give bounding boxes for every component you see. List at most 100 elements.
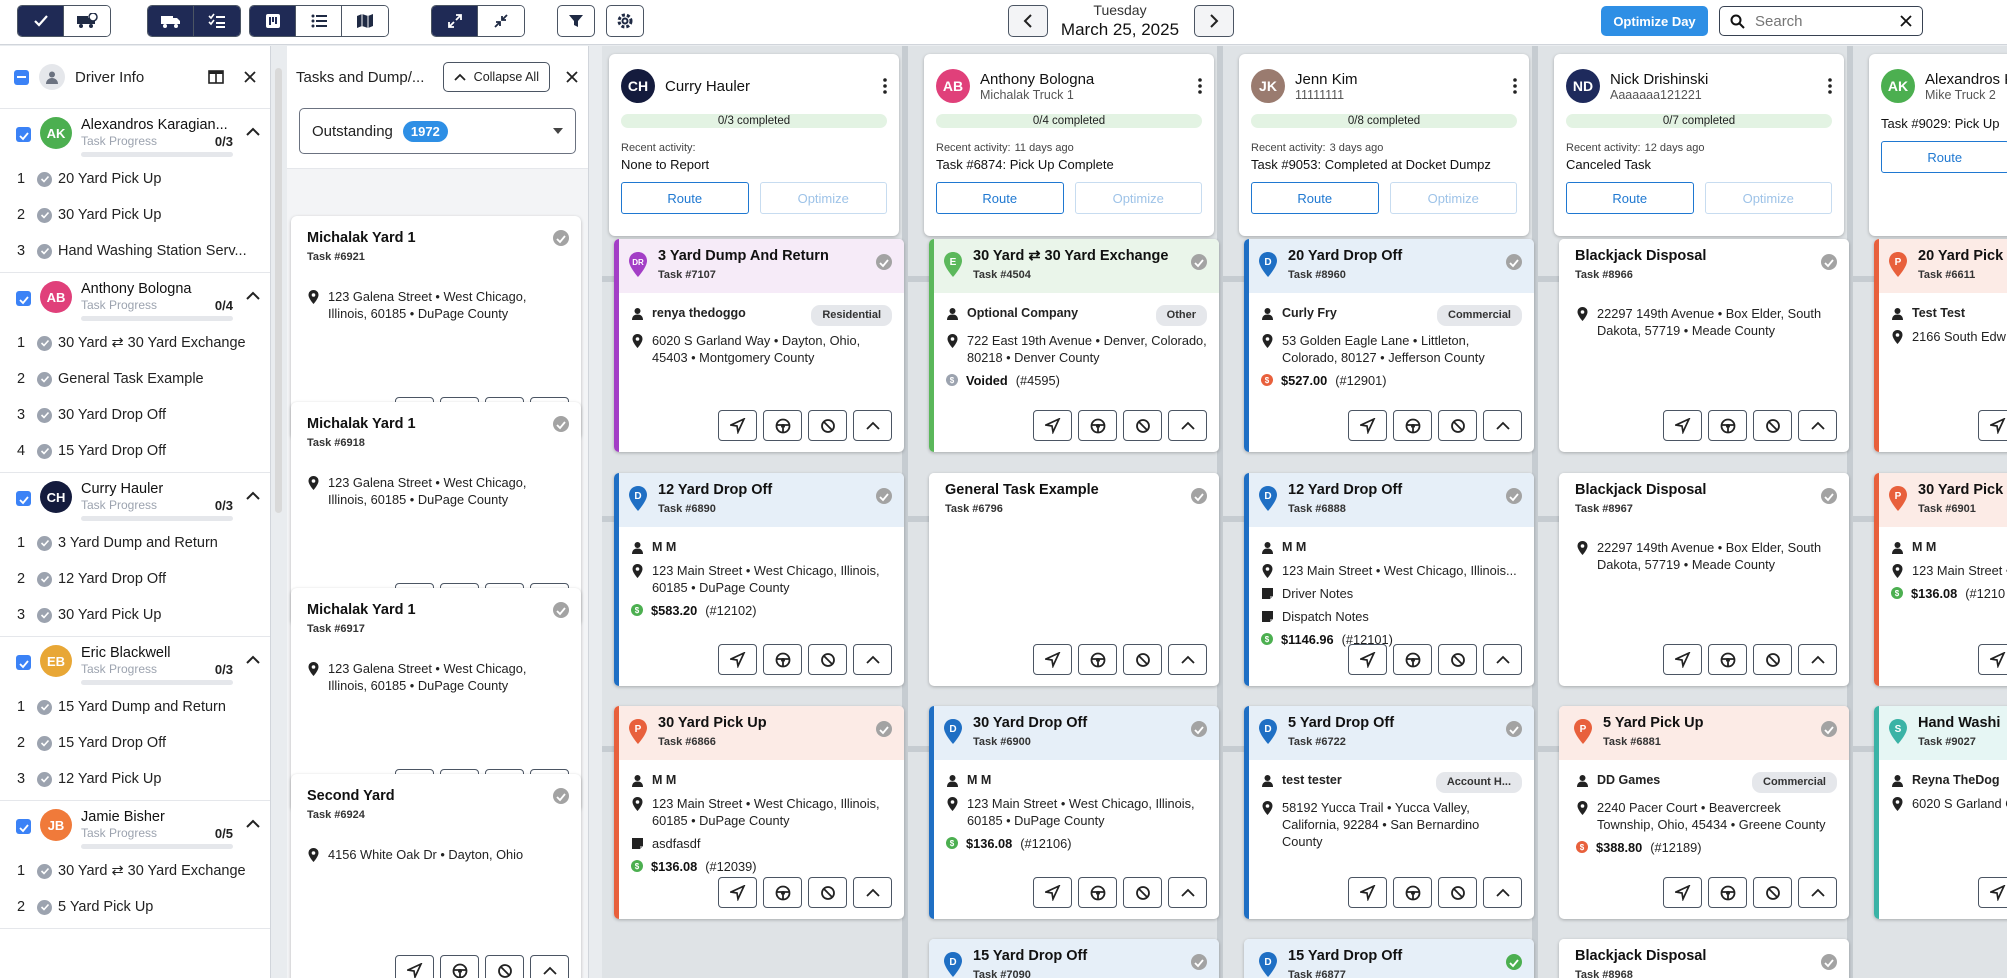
navigate-button[interactable] bbox=[1663, 410, 1702, 441]
route-task-card[interactable]: General Task Example Task #6796 bbox=[929, 473, 1219, 686]
optimize-button[interactable]: Optimize bbox=[1704, 182, 1832, 214]
task-complete-toggle[interactable] bbox=[553, 602, 569, 618]
route-task-card[interactable]: P 5 Yard Pick Up Task #6881 DD Games Commerc… bbox=[1559, 706, 1849, 919]
navigate-button[interactable] bbox=[1033, 644, 1072, 675]
route-button[interactable]: Route bbox=[936, 182, 1064, 214]
driver-row[interactable]: AK Alexandros Karagian... Task Progress 0/3 bbox=[0, 109, 270, 161]
expand-task-button[interactable] bbox=[1798, 410, 1837, 441]
chevron-up-icon[interactable] bbox=[246, 127, 260, 137]
navigate-button[interactable] bbox=[1978, 877, 2007, 908]
task-complete-toggle[interactable] bbox=[876, 254, 892, 270]
select-all-checkbox[interactable] bbox=[14, 69, 29, 85]
driver-row[interactable]: EB Eric Blackwell Task Progress 0/3 bbox=[0, 637, 270, 689]
assign-driver-button[interactable] bbox=[1708, 877, 1747, 908]
kebab-menu-icon[interactable] bbox=[1828, 78, 1832, 94]
expand-task-button[interactable] bbox=[853, 410, 892, 441]
task-complete-toggle[interactable] bbox=[1821, 488, 1837, 504]
cancel-task-button[interactable] bbox=[1123, 410, 1162, 441]
route-task-card[interactable]: Blackjack Disposal Task #8966 22297 149th … bbox=[1559, 239, 1849, 452]
expand-button[interactable] bbox=[432, 6, 478, 36]
driver-checkbox[interactable] bbox=[16, 491, 31, 506]
chevron-up-icon[interactable] bbox=[246, 819, 260, 829]
driver-task-item[interactable]: 2 30 Yard Pick Up bbox=[0, 197, 270, 233]
route-task-card[interactable]: D 20 Yard Drop Off Task #8960 Curly Fry Comm… bbox=[1244, 239, 1534, 452]
driver-checkbox[interactable] bbox=[16, 291, 31, 306]
optimize-day-button[interactable]: Optimize Day bbox=[1601, 6, 1708, 36]
expand-task-button[interactable] bbox=[1168, 410, 1207, 441]
navigate-button[interactable] bbox=[1348, 877, 1387, 908]
cancel-task-button[interactable] bbox=[1753, 410, 1792, 441]
navigate-button[interactable] bbox=[1348, 644, 1387, 675]
task-complete-toggle[interactable] bbox=[1191, 488, 1207, 504]
cancel-task-button[interactable] bbox=[1438, 410, 1477, 441]
completed-toggle-button[interactable] bbox=[18, 6, 64, 36]
assign-driver-button[interactable] bbox=[1393, 410, 1432, 441]
route-task-card[interactable]: S Hand Washi Task #9027 Reyna TheDog 6020 S … bbox=[1874, 706, 2007, 919]
task-complete-toggle[interactable] bbox=[876, 488, 892, 504]
shrink-button[interactable] bbox=[478, 6, 524, 36]
optimize-button[interactable]: Optimize bbox=[1389, 182, 1517, 214]
task-complete-toggle[interactable] bbox=[553, 416, 569, 432]
chevron-up-icon[interactable] bbox=[246, 655, 260, 665]
list-view-button[interactable] bbox=[296, 6, 342, 36]
route-task-card[interactable]: E 30 Yard ⇄ 30 Yard Exchange Task #4504 Opt… bbox=[929, 239, 1219, 452]
task-complete-toggle[interactable] bbox=[553, 230, 569, 246]
assign-driver-button[interactable] bbox=[1078, 877, 1117, 908]
board-view-button[interactable] bbox=[250, 6, 296, 36]
driver-task-item[interactable]: 1 20 Yard Pick Up bbox=[0, 161, 270, 197]
assign-driver-button[interactable] bbox=[763, 644, 802, 675]
driver-checkbox[interactable] bbox=[16, 819, 31, 834]
expand-task-button[interactable] bbox=[1798, 877, 1837, 908]
close-tasks-panel-icon[interactable] bbox=[566, 71, 578, 83]
assign-driver-button[interactable] bbox=[763, 877, 802, 908]
route-task-card[interactable]: D 15 Yard Drop Off Task #7090 bbox=[929, 939, 1219, 978]
driver-task-item[interactable]: 2 5 Yard Pick Up bbox=[0, 889, 270, 925]
driver-list-scrollbar[interactable] bbox=[275, 68, 282, 513]
navigate-button[interactable] bbox=[1978, 644, 2007, 675]
assign-driver-button[interactable] bbox=[440, 955, 479, 978]
cancel-task-button[interactable] bbox=[1753, 644, 1792, 675]
chevron-up-icon[interactable] bbox=[246, 491, 260, 501]
kebab-menu-icon[interactable] bbox=[883, 78, 887, 94]
truck-view-button[interactable] bbox=[148, 6, 194, 36]
driver-row[interactable]: CH Curry Hauler Task Progress 0/3 bbox=[0, 473, 270, 525]
route-task-card[interactable]: P 30 Yard Pick Up Task #6866 M M 123 Main St… bbox=[614, 706, 904, 919]
driver-task-item[interactable]: 1 15 Yard Dump and Return bbox=[0, 689, 270, 725]
task-complete-toggle[interactable] bbox=[1821, 721, 1837, 737]
filter-button[interactable] bbox=[557, 5, 595, 37]
chevron-up-icon[interactable] bbox=[246, 291, 260, 301]
cancel-task-button[interactable] bbox=[808, 877, 847, 908]
navigate-button[interactable] bbox=[1663, 644, 1702, 675]
driver-task-item[interactable]: 2 12 Yard Drop Off bbox=[0, 561, 270, 597]
expand-task-button[interactable] bbox=[853, 644, 892, 675]
task-complete-toggle[interactable] bbox=[1506, 254, 1522, 270]
driver-task-item[interactable]: 2 15 Yard Drop Off bbox=[0, 725, 270, 761]
driver-task-item[interactable]: 3 12 Yard Pick Up bbox=[0, 761, 270, 797]
cancel-task-button[interactable] bbox=[1123, 877, 1162, 908]
task-complete-toggle[interactable] bbox=[1506, 721, 1522, 737]
settings-button[interactable] bbox=[606, 5, 644, 37]
driver-checkbox[interactable] bbox=[16, 127, 31, 142]
route-task-card[interactable]: P 20 Yard Pick Task #6611 Test Test 2166 Sou… bbox=[1874, 239, 2007, 452]
route-button[interactable]: Route bbox=[1881, 141, 2007, 173]
driver-task-item[interactable]: 3 Hand Washing Station Serv... bbox=[0, 233, 270, 269]
next-day-button[interactable] bbox=[1194, 5, 1234, 37]
navigate-button[interactable] bbox=[395, 955, 434, 978]
route-button[interactable]: Route bbox=[621, 182, 749, 214]
driver-task-item[interactable]: 3 30 Yard Pick Up bbox=[0, 597, 270, 633]
task-complete-toggle[interactable] bbox=[1506, 488, 1522, 504]
assign-driver-button[interactable] bbox=[1708, 410, 1747, 441]
task-complete-toggle[interactable] bbox=[1821, 254, 1837, 270]
expand-task-button[interactable] bbox=[1168, 877, 1207, 908]
navigate-button[interactable] bbox=[1033, 877, 1072, 908]
cancel-task-button[interactable] bbox=[485, 955, 524, 978]
assign-driver-button[interactable] bbox=[1393, 644, 1432, 675]
collapse-all-button[interactable]: Collapse All bbox=[442, 62, 550, 92]
route-task-card[interactable]: D 5 Yard Drop Off Task #6722 test tester Acc… bbox=[1244, 706, 1534, 919]
route-task-card[interactable]: D 15 Yard Drop Off Task #6877 bbox=[1244, 939, 1534, 978]
expand-task-button[interactable] bbox=[1798, 644, 1837, 675]
route-board-map[interactable]: CH Curry Hauler 0/3 completed Recent activi… bbox=[602, 46, 2007, 978]
expand-task-button[interactable] bbox=[853, 877, 892, 908]
route-button[interactable]: Route bbox=[1251, 182, 1379, 214]
expand-task-button[interactable] bbox=[1483, 410, 1522, 441]
